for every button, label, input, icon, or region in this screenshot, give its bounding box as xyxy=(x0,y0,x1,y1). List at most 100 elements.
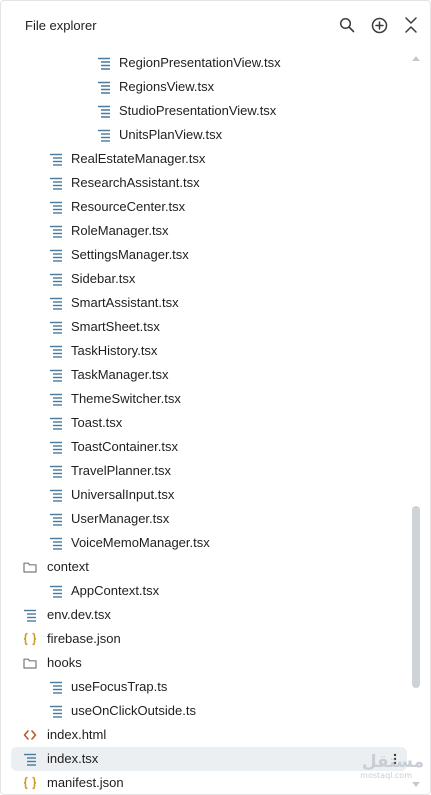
file-lines-icon xyxy=(50,321,62,334)
tree-file-row[interactable]: TaskManager.tsx xyxy=(11,363,407,387)
tree-file-row[interactable]: RoleManager.tsx xyxy=(11,219,407,243)
tree-item-label: VoiceMemoManager.tsx xyxy=(71,535,210,550)
tree-file-row[interactable]: RegionsView.tsx xyxy=(11,75,407,99)
file-lines-icon xyxy=(24,609,36,622)
tree-item-label: TaskHistory.tsx xyxy=(71,343,158,358)
search-icon xyxy=(339,17,355,33)
file-lines-icon xyxy=(50,177,62,190)
file-lines-icon xyxy=(50,297,62,310)
collapse-all-icon xyxy=(405,17,417,33)
tree-item-label: RoleManager.tsx xyxy=(71,223,169,238)
tree-item-label: firebase.json xyxy=(47,631,121,646)
tree-item-label: TravelPlanner.tsx xyxy=(71,463,171,478)
tree-item-label: RealEstateManager.tsx xyxy=(71,151,206,166)
file-lines-icon xyxy=(24,753,36,766)
tree-item-label: UniversalInput.tsx xyxy=(71,487,175,502)
tree-item-label: index.html xyxy=(47,727,107,742)
scroll-up-icon[interactable] xyxy=(410,53,422,63)
tree-item-label: context xyxy=(47,559,89,574)
tree-item-label: ThemeSwitcher.tsx xyxy=(71,391,181,406)
tree-file-row[interactable]: UserManager.tsx xyxy=(11,507,407,531)
tree-file-row[interactable]: AppContext.tsx xyxy=(11,579,407,603)
file-lines-icon xyxy=(50,681,62,694)
tree-item-label: index.tsx xyxy=(47,751,99,766)
collapse-all-button[interactable] xyxy=(401,15,421,35)
scroll-down-icon[interactable] xyxy=(410,780,422,790)
tree-folder-row[interactable]: hooks xyxy=(11,651,407,675)
tree-file-row[interactable]: env.dev.tsx xyxy=(11,603,407,627)
tree-file-row[interactable]: index.tsx xyxy=(11,747,407,771)
tree-item-label: Toast.tsx xyxy=(71,415,123,430)
tree-item-label: ResourceCenter.tsx xyxy=(71,199,186,214)
tree-file-row[interactable]: UniversalInput.tsx xyxy=(11,483,407,507)
tree-file-row[interactable]: ToastContainer.tsx xyxy=(11,435,407,459)
file-lines-icon xyxy=(50,537,62,550)
tree-file-row[interactable]: ResearchAssistant.tsx xyxy=(11,171,407,195)
tree-file-row[interactable]: TaskHistory.tsx xyxy=(11,339,407,363)
tree-file-row[interactable]: firebase.json xyxy=(11,627,407,651)
file-lines-icon xyxy=(50,273,62,286)
file-lines-icon xyxy=(50,513,62,526)
file-lines-icon xyxy=(98,57,110,70)
tree-file-row[interactable]: ResourceCenter.tsx xyxy=(11,195,407,219)
tree-item-label: hooks xyxy=(47,655,82,670)
tree-item-label: SmartAssistant.tsx xyxy=(71,295,179,310)
tree-folder-row[interactable]: context xyxy=(11,555,407,579)
tree-item-label: AppContext.tsx xyxy=(71,583,160,598)
file-lines-icon xyxy=(50,153,62,166)
file-lines-icon xyxy=(98,81,110,94)
tree-item-label: manifest.json xyxy=(47,775,124,790)
tree-item-label: UserManager.tsx xyxy=(71,511,170,526)
tree-item-label: RegionPresentationView.tsx xyxy=(119,55,281,70)
tree-item-label: ResearchAssistant.tsx xyxy=(71,175,200,190)
tree-file-row[interactable]: SmartAssistant.tsx xyxy=(11,291,407,315)
html-code-icon xyxy=(23,730,37,740)
file-lines-icon xyxy=(50,225,62,238)
file-explorer-header: File explorer xyxy=(1,1,430,49)
tree-file-row[interactable]: RegionPresentationView.tsx xyxy=(11,51,407,75)
search-button[interactable] xyxy=(337,15,357,35)
file-lines-icon xyxy=(50,417,62,430)
file-lines-icon xyxy=(50,201,62,214)
file-lines-icon xyxy=(98,129,110,142)
tree-file-row[interactable]: manifest.json xyxy=(11,771,407,794)
tree-file-row[interactable]: Toast.tsx xyxy=(11,411,407,435)
tree-item-label: UnitsPlanView.tsx xyxy=(119,127,223,142)
file-lines-icon xyxy=(50,585,62,598)
file-lines-icon xyxy=(50,465,62,478)
file-explorer-title: File explorer xyxy=(25,18,97,33)
file-lines-icon xyxy=(50,489,62,502)
folder-icon xyxy=(23,658,37,669)
file-lines-icon xyxy=(50,345,62,358)
tree-file-row[interactable]: RealEstateManager.tsx xyxy=(11,147,407,171)
tree-file-row[interactable]: StudioPresentationView.tsx xyxy=(11,99,407,123)
tree-item-label: Sidebar.tsx xyxy=(71,271,136,286)
tree-file-row[interactable]: Sidebar.tsx xyxy=(11,267,407,291)
tree-file-row[interactable]: ThemeSwitcher.tsx xyxy=(11,387,407,411)
tree-file-row[interactable]: useFocusTrap.ts xyxy=(11,675,407,699)
more-vertical-icon[interactable] xyxy=(391,751,399,767)
tree-item-label: ToastContainer.tsx xyxy=(71,439,178,454)
new-file-button[interactable] xyxy=(369,15,389,35)
folder-icon xyxy=(23,562,37,573)
tree-item-label: useOnClickOutside.ts xyxy=(71,703,196,718)
json-braces-icon xyxy=(23,632,37,646)
tree-item-label: StudioPresentationView.tsx xyxy=(119,103,277,118)
tree-file-row[interactable]: VoiceMemoManager.tsx xyxy=(11,531,407,555)
file-lines-icon xyxy=(50,249,62,262)
tree-file-row[interactable]: index.html xyxy=(11,723,407,747)
scrollbar-thumb[interactable] xyxy=(412,506,420,688)
tree-file-row[interactable]: SettingsManager.tsx xyxy=(11,243,407,267)
tree-file-row[interactable]: TravelPlanner.tsx xyxy=(11,459,407,483)
tree-file-row[interactable]: SmartSheet.tsx xyxy=(11,315,407,339)
tree-item-label: TaskManager.tsx xyxy=(71,367,169,382)
add-circle-icon xyxy=(371,17,387,33)
tree-item-label: SettingsManager.tsx xyxy=(71,247,189,262)
tree-file-row[interactable]: useOnClickOutside.ts xyxy=(11,699,407,723)
tree-item-label: RegionsView.tsx xyxy=(119,79,215,94)
file-tree: RegionPresentationView.tsx RegionsView.ts… xyxy=(1,51,430,794)
file-lines-icon xyxy=(98,105,110,118)
file-lines-icon xyxy=(50,369,62,382)
tree-item-label: useFocusTrap.ts xyxy=(71,679,168,694)
tree-file-row[interactable]: UnitsPlanView.tsx xyxy=(11,123,407,147)
